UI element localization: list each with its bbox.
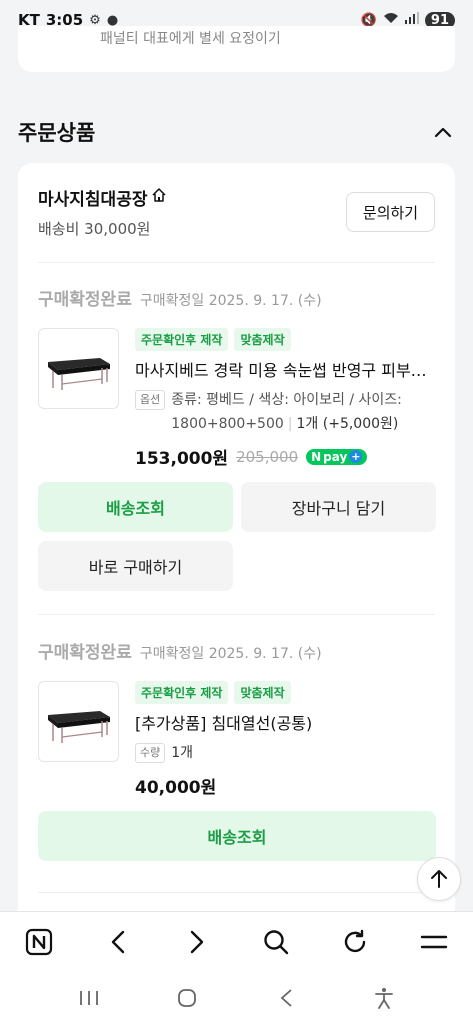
order-item: 구매확정완료 구매확정일 2025. 9. 17. (수) 주문확인후 제작 맞…	[38, 638, 435, 801]
order-card: 마사지침대공장 배송비 30,000원 문의하기 구매확정완료 구매확정일 20…	[18, 163, 455, 923]
tag-made-to-order: 주문확인후 제작	[135, 328, 229, 351]
tag-custom: 맞춤제작	[234, 328, 291, 351]
system-nav-bar	[0, 971, 473, 1024]
product-row[interactable]: 주문확인후 제작 맞춤제작 [추가상품] 침대열선(공통) 수량 1개 40,0…	[38, 681, 435, 801]
divider	[38, 892, 435, 893]
npay-plus-badge: Npay +	[306, 448, 368, 465]
product-thumbnail[interactable]	[38, 681, 119, 762]
status-line: 구매확정완료 구매확정일 2025. 9. 17. (수)	[38, 638, 435, 663]
recent-apps-icon[interactable]	[69, 978, 109, 1018]
back-icon[interactable]	[98, 922, 138, 962]
tag-list: 주문확인후 제작 맞춤제작	[135, 328, 435, 351]
price-row: 153,000원 205,000 Npay +	[135, 444, 435, 469]
divider	[38, 262, 435, 263]
npay-n-icon: N	[311, 449, 322, 464]
option-row: 수량 1개	[135, 741, 435, 765]
order-status: 구매확정완료	[38, 290, 132, 310]
store-row: 마사지침대공장 배송비 30,000원 문의하기	[38, 185, 435, 245]
product-name[interactable]: 마사지베드 경락 미용 속눈썹 반영구 피부관리 베드	[135, 357, 435, 381]
system-back-icon[interactable]	[266, 978, 306, 1018]
confirm-date: 구매확정일 2025. 9. 17. (수)	[139, 293, 322, 309]
massage-bed-image	[47, 710, 110, 743]
price: 153,000원	[135, 449, 229, 469]
product-thumbnail[interactable]	[38, 328, 119, 409]
naver-home-icon[interactable]	[19, 922, 59, 962]
quantity: 1개 (+5,000원)	[296, 416, 399, 432]
forward-icon[interactable]	[177, 922, 217, 962]
product-info: 주문확인후 제작 맞춤제작 [추가상품] 침대열선(공통) 수량 1개 40,0…	[135, 681, 435, 798]
previous-card: 패널티 대표에게 별세 요정이기	[18, 26, 455, 72]
quantity-label: 수량	[135, 743, 166, 763]
home-button-icon[interactable]	[167, 978, 207, 1018]
scroll-to-top-button[interactable]	[417, 857, 461, 901]
search-icon[interactable]	[256, 922, 296, 962]
original-price: 205,000	[236, 447, 299, 466]
order-status: 구매확정완료	[38, 643, 132, 663]
buy-now-button[interactable]: 바로 구매하기	[38, 541, 233, 591]
option-label: 옵션	[135, 390, 166, 410]
arrow-up-icon	[431, 870, 447, 888]
option-text: 종류: 평베드 / 색상: 아이보리 / 사이즈: 1800+800+500 | 1…	[171, 388, 435, 436]
tag-list: 주문확인후 제작 맞춤제작	[135, 681, 435, 704]
add-to-cart-button[interactable]: 장바구니 담기	[241, 482, 436, 532]
tag-custom: 맞춤제작	[234, 681, 291, 704]
price: 40,000원	[135, 778, 217, 798]
browser-toolbar	[0, 911, 473, 971]
inquiry-button[interactable]: 문의하기	[346, 192, 435, 232]
product-row[interactable]: 주문확인후 제작 맞춤제작 마사지베드 경락 미용 속눈썹 반영구 피부관리 베…	[38, 328, 435, 469]
status-line: 구매확정완료 구매확정일 2025. 9. 17. (수)	[38, 285, 435, 310]
store-name: 마사지침대공장	[38, 190, 148, 210]
price-row: 40,000원	[135, 773, 435, 798]
chevron-up-icon[interactable]	[431, 120, 455, 144]
section-header[interactable]: 주문상품	[18, 112, 455, 152]
quantity: 1개	[171, 745, 194, 761]
product-info: 주문확인후 제작 맞춤제작 마사지베드 경락 미용 속눈썹 반영구 피부관리 베…	[135, 328, 435, 469]
accessibility-icon[interactable]	[364, 978, 404, 1018]
separator: |	[287, 416, 293, 432]
section-title: 주문상품	[18, 121, 96, 145]
option-row: 옵션 종류: 평베드 / 색상: 아이보리 / 사이즈: 1800+800+50…	[135, 388, 435, 436]
divider	[38, 614, 435, 615]
track-delivery-button[interactable]: 배송조회	[38, 811, 436, 861]
refresh-icon[interactable]	[335, 922, 375, 962]
plus-icon: +	[349, 450, 363, 463]
previous-card-text: 패널티 대표에게 별세 요정이기	[100, 31, 281, 47]
product-name[interactable]: [추가상품] 침대열선(공통)	[135, 710, 435, 734]
massage-bed-image	[47, 357, 110, 390]
npay-label: pay	[323, 449, 348, 464]
order-item: 구매확정완료 구매확정일 2025. 9. 17. (수) 주문확인후 제작 맞…	[38, 285, 435, 469]
menu-icon[interactable]	[414, 922, 454, 962]
track-delivery-button[interactable]: 배송조회	[38, 482, 233, 532]
tag-made-to-order: 주문확인후 제작	[135, 681, 229, 704]
confirm-date: 구매확정일 2025. 9. 17. (수)	[139, 646, 322, 662]
home-icon	[151, 187, 167, 208]
